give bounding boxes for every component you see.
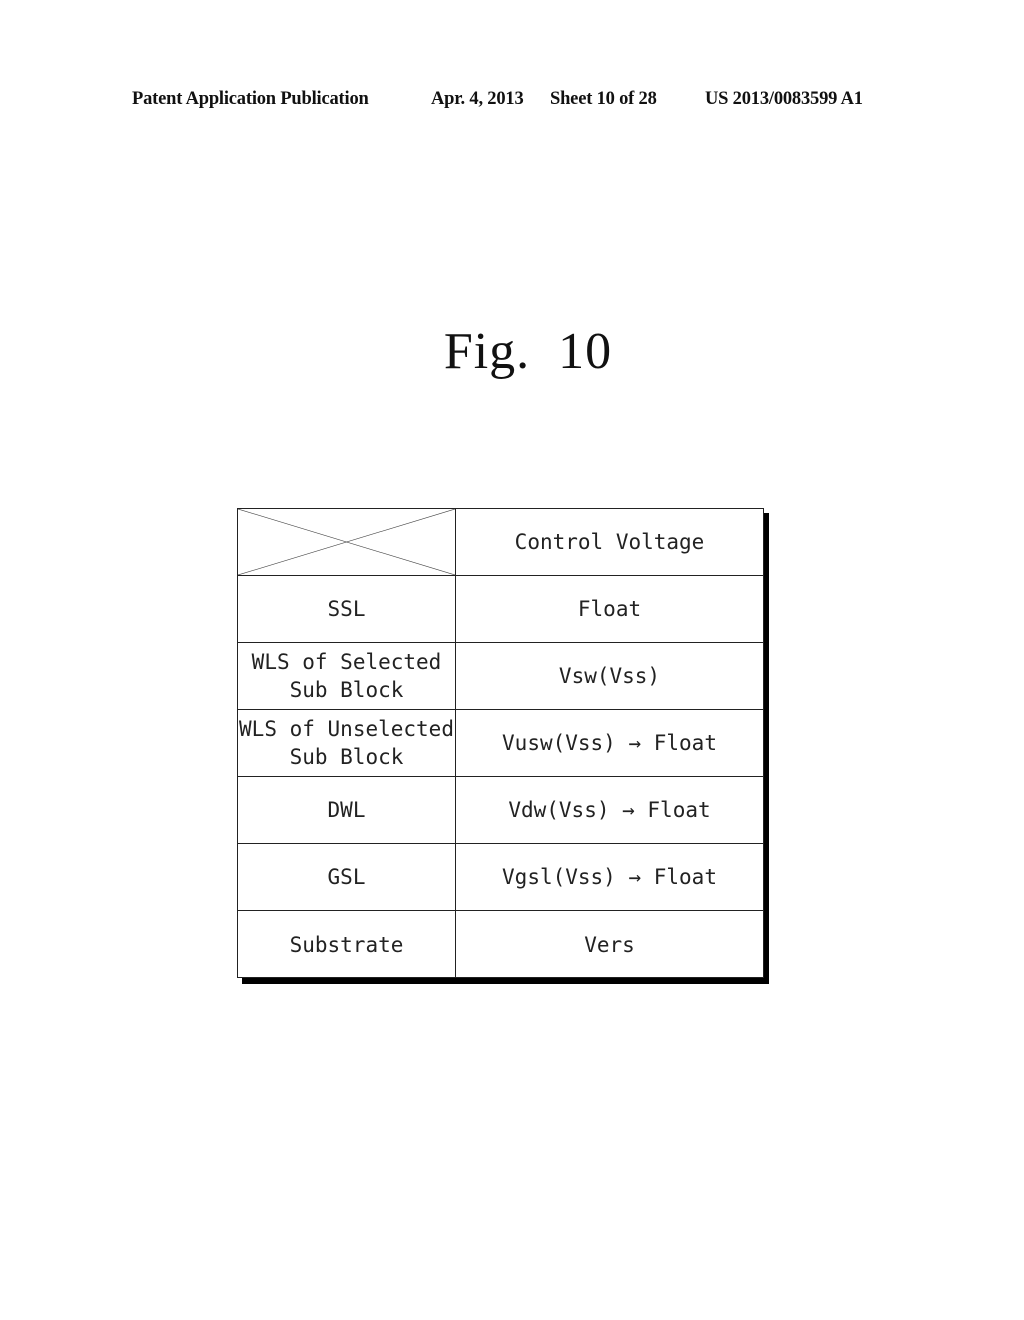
page-header: Patent Application Publication Apr. 4, 2… <box>0 89 1024 113</box>
voltage-cell: Vsw(Vss) <box>558 664 661 688</box>
publication-date: Apr. 4, 2013 <box>431 89 524 109</box>
line-name-cell: DWL <box>238 777 456 843</box>
table-row: SSL Float <box>238 576 763 643</box>
table-header-row: Control Voltage <box>238 509 763 576</box>
voltage-cell: Vusw(Vss) → Float <box>502 731 717 755</box>
voltage-cell: Vers <box>584 932 635 957</box>
diagonal-cross-icon <box>238 509 455 575</box>
table-row: DWL Vdw(Vss) → Float <box>238 777 763 844</box>
line-name-cell: WLS of Selected Sub Block <box>238 643 456 709</box>
voltage-cell: Vdw(Vss) → Float <box>508 798 711 822</box>
table-row: Substrate Vers <box>238 911 763 978</box>
table-row: WLS of Selected Sub Block Vsw(Vss) <box>238 643 763 710</box>
line-name-cell: WLS of Unselected Sub Block <box>238 710 456 776</box>
voltage-cell: Float <box>577 597 642 621</box>
control-voltage-table: Control Voltage SSL Float WLS of Selecte… <box>237 508 764 978</box>
publication-label: Patent Application Publication <box>132 89 369 109</box>
line-name-cell: Substrate <box>238 911 456 978</box>
sheet-number: Sheet 10 of 28 <box>550 89 657 109</box>
empty-corner-cell <box>238 509 456 575</box>
voltage-cell: Vgsl(Vss) → Float <box>502 865 717 889</box>
figure-title: Fig. 10 <box>443 323 613 380</box>
patent-number: US 2013/0083599 A1 <box>705 89 863 109</box>
line-name-cell: GSL <box>238 844 456 910</box>
header-control-voltage: Control Voltage <box>514 530 705 554</box>
table-row: GSL Vgsl(Vss) → Float <box>238 844 763 911</box>
table-row: WLS of Unselected Sub Block Vusw(Vss) → … <box>238 710 763 777</box>
line-name-cell: SSL <box>238 576 456 642</box>
